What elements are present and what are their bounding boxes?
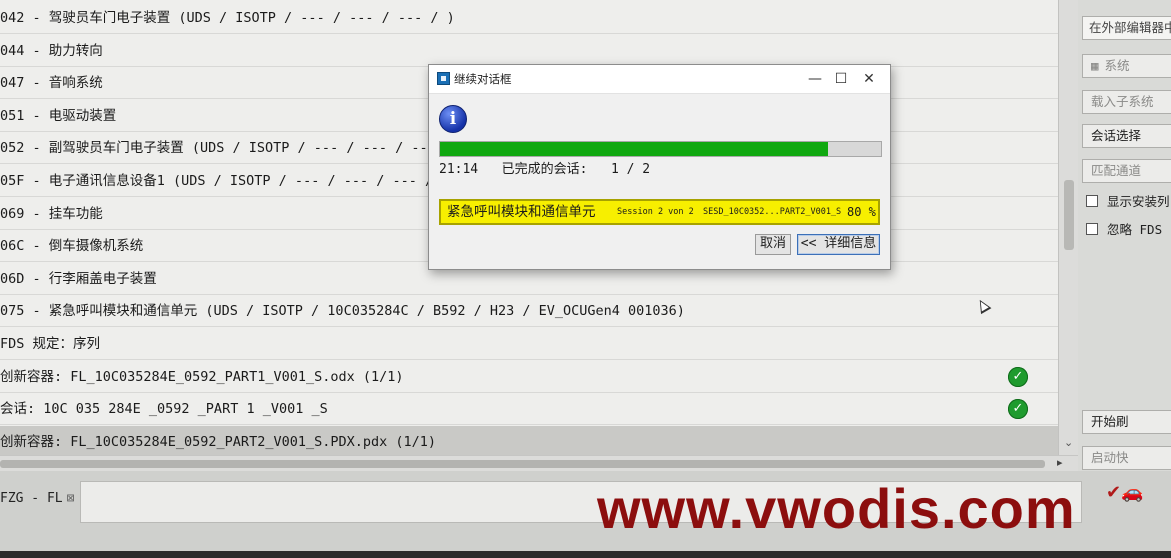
list-item-text: 047 - 音响系统 (0, 75, 103, 92)
list-item-text: 05F - 电子通讯信息设备1 (UDS / ISOTP / --- / ---… (0, 173, 450, 189)
checkbox-box[interactable] (1086, 223, 1098, 235)
scroll-down-icon[interactable]: ⌄ (1064, 436, 1073, 449)
list-item-text: FDS 规定：序列 (0, 336, 101, 352)
match-channel-button[interactable]: 匹配通道 (1082, 159, 1171, 183)
scroll-right-icon[interactable]: ▸ (1057, 456, 1063, 469)
tab-close-icon[interactable]: ⊠ (67, 491, 75, 506)
list-item-text: 075 - 紧急呼叫模块和通信单元 (UDS / ISOTP / 10C0352… (0, 303, 685, 320)
list-item-text: 044 - 助力转向 (0, 42, 103, 59)
checkbox-label: 显示安装列 (1107, 194, 1170, 209)
list-item[interactable]: 075 - 紧急呼叫模块和通信单元 (UDS / ISOTP / 10C0352… (0, 295, 1058, 328)
app-icon (437, 72, 450, 85)
load-subsystem-button[interactable]: 载入子系统 (1082, 90, 1171, 114)
start-flash-button[interactable]: 开始刷 (1082, 410, 1171, 434)
tab-fzg-fl[interactable]: FZG - FL ⊠ (0, 485, 80, 513)
details-button[interactable]: << 详细信息 (797, 234, 880, 255)
vertical-scrollbar[interactable]: ⌄ (1058, 0, 1079, 455)
dialog-titlebar[interactable]: 继续对话框 — ☐ ✕ (429, 65, 890, 94)
overall-progress-bar (439, 141, 882, 157)
list-item[interactable]: 创新容器: FL_10C035284E_0592_PART1_V001_S.od… (0, 361, 1058, 393)
checkbox-box[interactable] (1086, 195, 1098, 207)
list-item-text: 创新容器: FL_10C035284E_0592_PART2_V001_S.PD… (0, 433, 437, 450)
elapsed-time: 21:14 (439, 162, 479, 177)
checkbox-label: 忽略 FDS (1107, 222, 1163, 237)
list-item[interactable]: FDS 规定：序列 (0, 328, 1058, 360)
completed-sessions-value: 1 / 2 (610, 162, 651, 177)
list-item-text: 052 - 副驾驶员车门电子装置 (UDS / ISOTP / --- / --… (0, 140, 469, 157)
list-item[interactable]: 044 - 助力转向 (0, 35, 1058, 67)
session-module-name: 紧急呼叫模块和通信单元 (447, 204, 596, 220)
system-icon: ▦ (1091, 58, 1099, 73)
list-item-text: 069 - 挂车功能 (0, 205, 103, 222)
list-item[interactable]: 042 - 驾驶员车门电子装置 (UDS / ISOTP / --- / ---… (0, 2, 1058, 34)
session-select-button[interactable]: 会话选择 (1082, 124, 1171, 148)
system-button-label: 系统 (1104, 58, 1130, 73)
tab-label: FZG - FL (0, 491, 63, 506)
current-session-highlight: 紧急呼叫模块和通信单元 Session 2 von 2 SESD_10C0352… (439, 199, 880, 225)
success-check-icon: ✓ (1008, 399, 1028, 420)
list-item-text: 06D - 行李厢盖电子装置 (0, 270, 157, 287)
dialog-title: 继续对话框 (454, 72, 512, 86)
session-percent: 80 % (847, 205, 876, 219)
progress-fill (440, 142, 829, 156)
list-item-text: 创新容器: FL_10C035284E_0592_PART1_V001_S.od… (0, 368, 404, 385)
quick-start-button[interactable]: 启动快 (1082, 446, 1171, 470)
screen-edge (0, 551, 1171, 558)
show-install-column-checkbox[interactable]: 显示安装列 (1086, 194, 1170, 210)
list-item-text: 会话: 10C 035 284E _0592 _PART 1 _V001 _S (0, 401, 328, 418)
ignore-fds-checkbox[interactable]: 忽略 FDS (1086, 222, 1162, 238)
maximize-icon[interactable]: ☐ (826, 65, 856, 93)
system-button[interactable]: ▦ 系统 (1082, 54, 1171, 78)
session-file: SESD_10C0352...PART2_V001_S (703, 207, 842, 217)
list-item[interactable]: 会话: 10C 035 284E _0592 _PART 1 _V001 _S ✓ (0, 393, 1058, 426)
continue-dialog: 继续对话框 — ☐ ✕ i 21:14 已完成的会话: 1 / 2 紧急呼叫模块… (428, 64, 891, 270)
car-logo-icon: ✔🚗 (1106, 482, 1144, 503)
completed-sessions-label: 已完成的会话: (501, 162, 588, 177)
list-item-text: 042 - 驾驶员车门电子装置 (UDS / ISOTP / --- / ---… (0, 10, 455, 26)
session-counter: Session 2 von 2 (617, 207, 694, 217)
side-panel: 在外部编辑器中 ▦ 系统 载入子系统 会话选择 匹配通道 显示安装列 忽略 FDS… (1078, 0, 1171, 471)
list-item-text: 06C - 倒车摄像机系统 (0, 238, 144, 255)
close-icon[interactable]: ✕ (854, 65, 884, 93)
external-editor-input[interactable]: 在外部编辑器中 (1082, 16, 1171, 40)
horizontal-scrollbar-thumb[interactable] (0, 460, 1045, 468)
progress-status: 21:14 已完成的会话: 1 / 2 (439, 160, 650, 180)
list-item[interactable]: 创新容器: FL_10C035284E_0592_PART2_V001_S.PD… (0, 425, 1058, 455)
vertical-scrollbar-thumb[interactable] (1064, 180, 1074, 250)
success-check-icon: ✓ (1008, 366, 1028, 387)
list-item-text: 051 - 电驱动装置 (0, 107, 117, 124)
info-icon: i (439, 105, 467, 133)
horizontal-scrollbar[interactable]: ▸ (0, 455, 1078, 472)
cancel-button[interactable]: 取消 (755, 234, 791, 255)
watermark: www.vwodis.com (597, 477, 1076, 540)
